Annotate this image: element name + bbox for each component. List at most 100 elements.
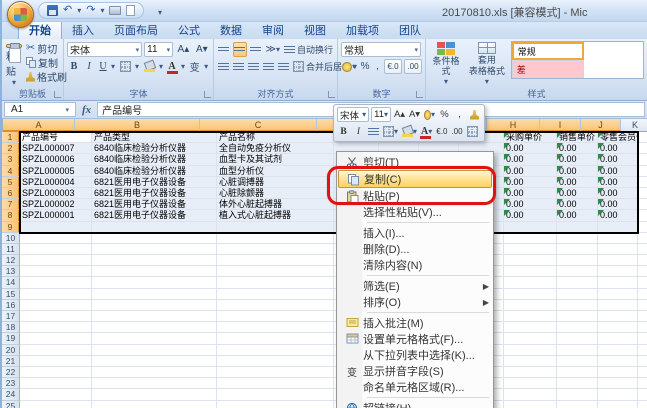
cell-I8[interactable]: 0.00 xyxy=(557,210,598,221)
cell-H9[interactable] xyxy=(504,222,557,233)
cell-C4[interactable]: 血型分析仪 xyxy=(217,166,334,177)
cell-C6[interactable]: 心脏除颤器 xyxy=(217,188,334,199)
cell-I22[interactable] xyxy=(557,367,598,378)
cell-B25[interactable] xyxy=(92,401,217,408)
cell-H6[interactable]: 0.00 xyxy=(504,188,557,199)
cell-C10[interactable] xyxy=(217,233,334,244)
cell-H17[interactable] xyxy=(504,311,557,322)
cell-K19[interactable] xyxy=(638,333,647,344)
row-header-20[interactable]: 20 xyxy=(2,345,20,356)
menu-item-insert[interactable]: 插入(I)... xyxy=(338,225,492,241)
mini-font-size-select[interactable]: 11▾ xyxy=(371,107,391,122)
cell-C9[interactable] xyxy=(217,222,334,233)
cell-A4[interactable]: SPZL000005 xyxy=(20,166,92,177)
cell-I18[interactable] xyxy=(557,322,598,333)
cell-B22[interactable] xyxy=(92,367,217,378)
mini-comma-button[interactable]: , xyxy=(453,107,466,122)
cell-J3[interactable]: 0.00 xyxy=(598,154,638,165)
cell-A3[interactable]: SPZL000006 xyxy=(20,154,92,165)
cell-I5[interactable]: 0.00 xyxy=(557,177,598,188)
cell-A8[interactable]: SPZL000001 xyxy=(20,210,92,221)
cell-H19[interactable] xyxy=(504,333,557,344)
office-button[interactable] xyxy=(7,1,34,28)
cell-J6[interactable]: 0.00 xyxy=(598,188,638,199)
number-format-select[interactable]: 常规▾ xyxy=(341,42,421,57)
cell-C5[interactable]: 心脏调搏器 xyxy=(217,177,334,188)
mini-italic-button[interactable]: I xyxy=(352,124,365,139)
menu-item-sort[interactable]: 排序(O)▶ xyxy=(338,294,492,310)
font-name-select[interactable]: 宋体▾ xyxy=(67,42,142,57)
cell-B21[interactable] xyxy=(92,356,217,367)
menu-item-hyperlink[interactable]: 超链接(H)... xyxy=(338,400,492,408)
cell-C25[interactable] xyxy=(217,401,334,408)
cell-J12[interactable] xyxy=(598,255,638,266)
cell-H1[interactable]: 采购单价 xyxy=(504,132,557,143)
cell-style-normal[interactable]: 常规 xyxy=(512,42,584,60)
borders-dropdown-icon[interactable]: ▾ xyxy=(135,62,139,71)
cell-H15[interactable] xyxy=(504,289,557,300)
cell-J1[interactable]: 零售会员价 xyxy=(598,132,638,143)
cell-B24[interactable] xyxy=(92,389,217,400)
cell-H12[interactable] xyxy=(504,255,557,266)
cell-C17[interactable] xyxy=(217,311,334,322)
cell-K9[interactable] xyxy=(638,222,647,233)
cell-K11[interactable] xyxy=(638,244,647,255)
cell-A2[interactable]: SPZL000007 xyxy=(20,143,92,154)
row-header-25[interactable]: 25 xyxy=(2,401,20,408)
cell-B14[interactable] xyxy=(92,277,217,288)
menu-item-delete[interactable]: 删除(D)... xyxy=(338,241,492,257)
cell-I17[interactable] xyxy=(557,311,598,322)
cell-B18[interactable] xyxy=(92,322,217,333)
cell-J18[interactable] xyxy=(598,322,638,333)
cell-K2[interactable] xyxy=(638,143,647,154)
qat-customize-icon[interactable]: ▾ xyxy=(158,8,162,17)
mini-font-name-select[interactable]: 宋体▾ xyxy=(337,107,369,122)
font-size-select[interactable]: 11▾ xyxy=(144,42,173,57)
column-header-J[interactable]: J xyxy=(581,119,621,132)
redo-dropdown-icon[interactable]: ▾ xyxy=(100,6,104,15)
row-header-10[interactable]: 10 xyxy=(2,233,20,244)
cell-K10[interactable] xyxy=(638,233,647,244)
row-header-17[interactable]: 17 xyxy=(2,311,20,322)
format-painter-button[interactable]: 格式刷 xyxy=(25,70,68,83)
save-icon[interactable] xyxy=(47,5,58,16)
cell-K24[interactable] xyxy=(638,389,647,400)
cell-B16[interactable] xyxy=(92,300,217,311)
cell-J5[interactable]: 0.00 xyxy=(598,177,638,188)
cell-K14[interactable] xyxy=(638,277,647,288)
mini-grow-font-button[interactable]: A▴ xyxy=(393,107,406,122)
row-header-19[interactable]: 19 xyxy=(2,333,20,344)
mini-increase-decimal-button[interactable]: €.0 xyxy=(435,124,448,139)
cell-J17[interactable] xyxy=(598,311,638,322)
cell-H20[interactable] xyxy=(504,345,557,356)
cell-I20[interactable] xyxy=(557,345,598,356)
cell-C18[interactable] xyxy=(217,322,334,333)
cell-H4[interactable]: 0.00 xyxy=(504,166,557,177)
cell-B12[interactable] xyxy=(92,255,217,266)
format-as-table-button[interactable]: 套用 表格格式 ▾ xyxy=(467,41,507,88)
column-header-H[interactable]: H xyxy=(487,119,540,132)
underline-dropdown-icon[interactable]: ▾ xyxy=(111,62,115,71)
cell-J16[interactable] xyxy=(598,300,638,311)
row-header-9[interactable]: 9 xyxy=(2,222,20,233)
cell-K5[interactable] xyxy=(638,177,647,188)
cell-A5[interactable]: SPZL000004 xyxy=(20,177,92,188)
align-right-button[interactable] xyxy=(247,59,260,74)
mini-bold-button[interactable]: B xyxy=(337,124,350,139)
align-middle-button[interactable] xyxy=(233,42,247,57)
cell-C23[interactable] xyxy=(217,378,334,389)
select-all-corner[interactable] xyxy=(2,119,3,132)
cell-I11[interactable] xyxy=(557,244,598,255)
column-header-A[interactable]: A xyxy=(3,119,75,132)
cell-I24[interactable] xyxy=(557,389,598,400)
row-header-5[interactable]: 5 xyxy=(2,177,20,188)
fill-color-dropdown-icon[interactable]: ▾ xyxy=(159,62,163,71)
mini-borders-button[interactable]: ▾ xyxy=(382,124,399,139)
name-box-dropdown-icon[interactable]: ▾ xyxy=(65,106,69,114)
mini-shrink-font-button[interactable]: A▾ xyxy=(408,107,421,122)
mini-font-color-button[interactable]: A▾ xyxy=(420,124,433,139)
cell-H10[interactable] xyxy=(504,233,557,244)
cell-C21[interactable] xyxy=(217,356,334,367)
phonetic-button[interactable]: 变 xyxy=(187,59,202,74)
cell-I7[interactable]: 0.00 xyxy=(557,199,598,210)
